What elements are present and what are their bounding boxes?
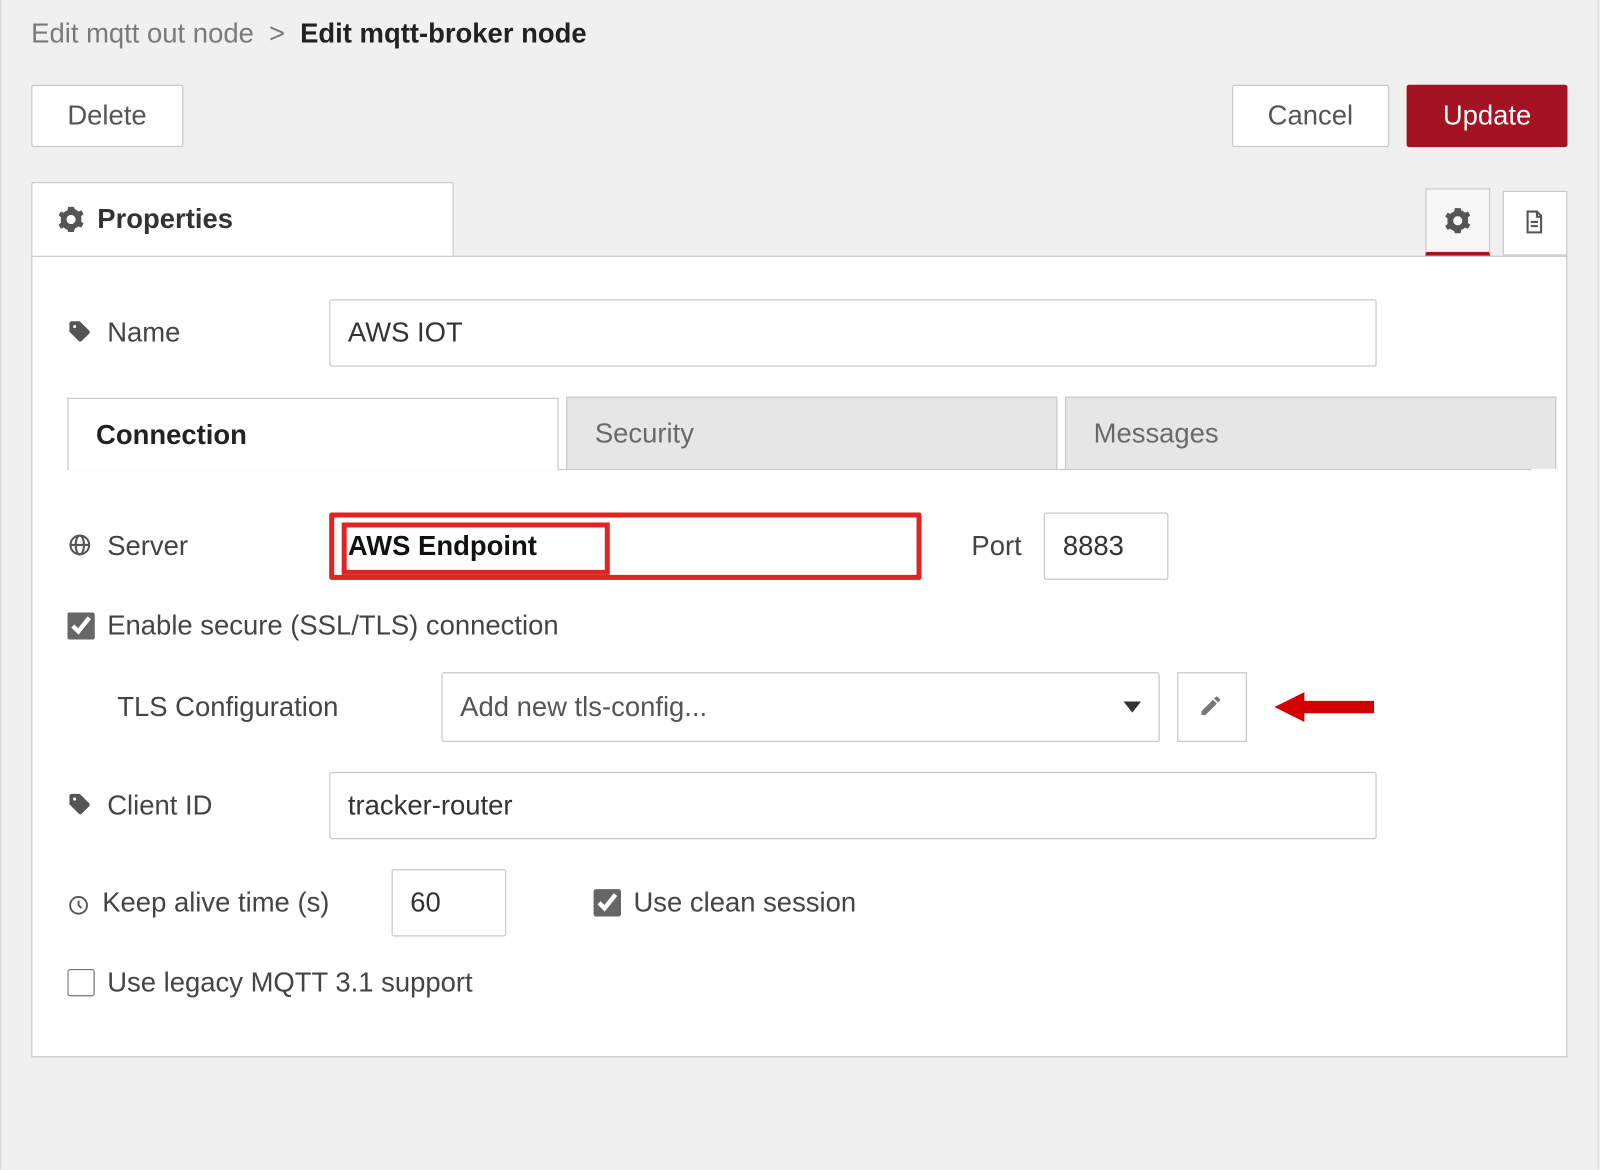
- row-tls-config: TLS Configuration Add new tls-config...: [67, 672, 1531, 742]
- row-client-id: Client ID: [67, 772, 1531, 839]
- description-toggle-button[interactable]: [1503, 191, 1568, 256]
- clock-icon: [67, 892, 89, 914]
- document-icon: [1521, 209, 1548, 236]
- row-server: Server Port: [67, 513, 1531, 580]
- name-input[interactable]: [329, 299, 1376, 366]
- tls-config-select[interactable]: Add new tls-config...: [441, 672, 1159, 742]
- pencil-icon: [1198, 693, 1225, 720]
- tab-messages[interactable]: Messages: [1065, 397, 1556, 469]
- update-button[interactable]: Update: [1407, 85, 1568, 147]
- settings-toggle-button[interactable]: [1425, 188, 1490, 255]
- server-input[interactable]: [329, 513, 921, 580]
- form-body: Name Connection Security Messages Server: [31, 256, 1567, 1058]
- enable-ssl-checkbox[interactable]: [67, 612, 94, 639]
- chevron-down-icon: [1124, 701, 1141, 712]
- breadcrumb-sep: >: [269, 17, 285, 48]
- breadcrumb: Edit mqtt out node > Edit mqtt-broker no…: [1, 0, 1597, 62]
- mqtt-broker-edit-dialog: Edit mqtt out node > Edit mqtt-broker no…: [0, 0, 1599, 1170]
- gear-icon: [57, 206, 84, 233]
- breadcrumb-prev[interactable]: Edit mqtt out node: [31, 17, 254, 48]
- server-label: Server: [67, 530, 329, 562]
- tab-properties-label: Properties: [97, 203, 233, 235]
- row-name: Name: [67, 299, 1531, 366]
- client-id-input[interactable]: [329, 772, 1376, 839]
- delete-button[interactable]: Delete: [31, 85, 183, 147]
- port-input[interactable]: [1044, 513, 1169, 580]
- tag-icon: [67, 319, 94, 346]
- keepalive-label: Keep alive time (s): [67, 887, 391, 919]
- legacy-mqtt-checkbox-label[interactable]: Use legacy MQTT 3.1 support: [67, 966, 472, 998]
- tab-connection[interactable]: Connection: [67, 398, 558, 470]
- breadcrumb-current: Edit mqtt-broker node: [300, 17, 587, 48]
- globe-icon: [67, 532, 94, 559]
- row-keepalive: Keep alive time (s) Use clean session: [67, 869, 1531, 936]
- row-legacy: Use legacy MQTT 3.1 support: [67, 966, 1531, 998]
- dialog-tabstrip: Properties: [1, 182, 1597, 256]
- tls-config-edit-button[interactable]: [1177, 672, 1247, 742]
- tab-properties[interactable]: Properties: [31, 182, 454, 256]
- tls-config-label: TLS Configuration: [117, 691, 441, 723]
- keepalive-input[interactable]: [392, 869, 507, 936]
- dialog-button-bar: Delete Cancel Update: [1, 62, 1597, 182]
- client-id-label: Client ID: [67, 789, 329, 821]
- enable-ssl-checkbox-label[interactable]: Enable secure (SSL/TLS) connection: [67, 610, 558, 642]
- clean-session-checkbox[interactable]: [594, 889, 621, 916]
- connection-tabs: Connection Security Messages: [67, 397, 1531, 471]
- port-label: Port: [971, 530, 1021, 562]
- name-label: Name: [67, 317, 329, 349]
- gear-icon: [1444, 207, 1471, 234]
- arrow-annotation: [1274, 685, 1374, 730]
- row-enable-ssl: Enable secure (SSL/TLS) connection: [67, 610, 1531, 642]
- clean-session-checkbox-label[interactable]: Use clean session: [594, 887, 857, 919]
- legacy-mqtt-checkbox[interactable]: [67, 969, 94, 996]
- tag-icon: [67, 792, 94, 819]
- tab-security[interactable]: Security: [566, 397, 1057, 469]
- cancel-button[interactable]: Cancel: [1231, 85, 1389, 147]
